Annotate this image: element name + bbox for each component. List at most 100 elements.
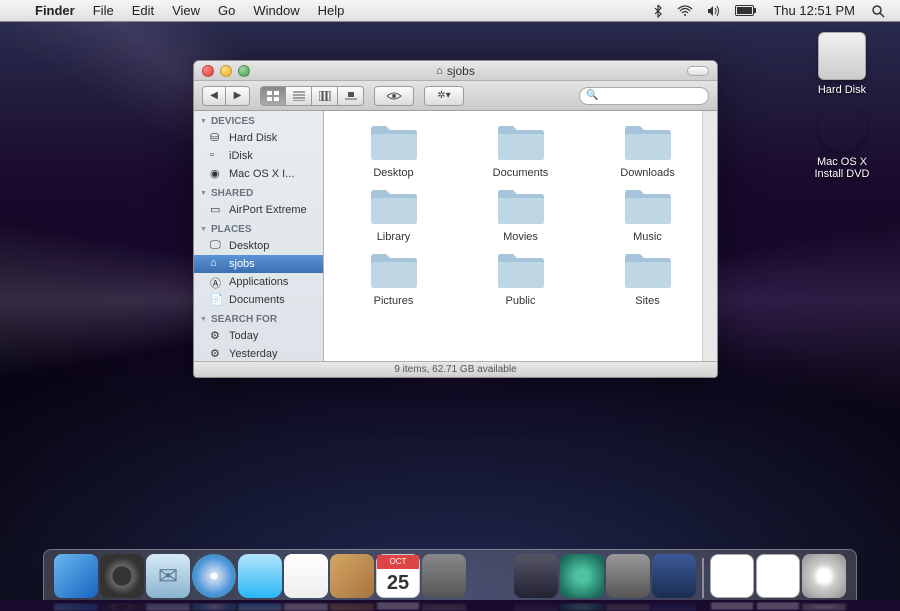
- zoom-button[interactable]: [238, 65, 250, 77]
- desktop-icon-label: Mac OS X Install DVD: [802, 156, 882, 180]
- dock-photobooth[interactable]: [284, 554, 328, 598]
- sidebar-item-home[interactable]: ⌂sjobs: [194, 255, 323, 273]
- bluetooth-icon[interactable]: [646, 4, 670, 18]
- dock-safari[interactable]: [192, 554, 236, 598]
- forward-button[interactable]: ▶: [226, 86, 250, 106]
- search-icon: 🔍: [586, 90, 598, 101]
- wifi-icon[interactable]: [670, 5, 700, 17]
- dock-ical[interactable]: OCT25: [376, 554, 420, 598]
- folder-item[interactable]: Downloads: [584, 121, 711, 179]
- dock-finder[interactable]: [54, 554, 98, 598]
- folder-item[interactable]: Music: [584, 185, 711, 243]
- network-icon: ▭: [210, 203, 224, 217]
- menu-edit[interactable]: Edit: [123, 0, 163, 22]
- dock-quicktime[interactable]: [652, 554, 696, 598]
- dock-mail[interactable]: [146, 554, 190, 598]
- dock-preview[interactable]: [422, 554, 466, 598]
- folder-item[interactable]: Desktop: [330, 121, 457, 179]
- sidebar-item-apps[interactable]: ⒶApplications: [194, 273, 323, 291]
- folder-icon: [622, 121, 674, 163]
- back-button[interactable]: ◀: [202, 86, 226, 106]
- folder-item[interactable]: Library: [330, 185, 457, 243]
- action-button[interactable]: ✲▾: [424, 86, 464, 106]
- menubar-clock[interactable]: Thu 12:51 PM: [764, 0, 864, 22]
- sidebar-item-label: Yesterday: [229, 348, 278, 360]
- dock-itunes[interactable]: [468, 554, 512, 598]
- view-list-button[interactable]: [286, 86, 312, 106]
- finder-toolbar: ◀ ▶ ✲▾ 🔍: [194, 81, 717, 111]
- apple-menu[interactable]: [8, 0, 26, 22]
- dock-document2[interactable]: [756, 554, 800, 598]
- folder-label: Music: [633, 231, 662, 243]
- window-title: sjobs: [447, 64, 475, 78]
- docs-icon: 📄: [210, 293, 224, 307]
- dock-timemachine[interactable]: [560, 554, 604, 598]
- finder-sidebar: DEVICES ⛁ Hard Disk ▫iDisk◉Mac OS X I...SHA…: [194, 111, 324, 361]
- sidebar-item-docs[interactable]: 📄 Documents: [194, 291, 323, 309]
- dock-spaces[interactable]: [514, 554, 558, 598]
- sidebar-item-smart[interactable]: ⚙Today: [194, 327, 323, 345]
- dock-document1[interactable]: [710, 554, 754, 598]
- dock-addressbook[interactable]: [330, 554, 374, 598]
- folder-item[interactable]: Sites: [584, 249, 711, 307]
- menu-file[interactable]: File: [84, 0, 123, 22]
- folder-icon: [622, 249, 674, 291]
- sidebar-item-idisk[interactable]: ▫iDisk: [194, 147, 323, 165]
- folder-label: Desktop: [373, 167, 413, 179]
- folder-icon: [495, 249, 547, 291]
- sidebar-item-label: Documents: [229, 294, 285, 306]
- finder-window: ⌂ sjobs ◀ ▶ ✲▾ 🔍 DEVICES ⛁ Hard Disk ▫iDisk…: [193, 60, 718, 378]
- dock-dashboard[interactable]: [100, 554, 144, 598]
- scrollbar[interactable]: [702, 111, 717, 361]
- smart-icon: ⚙: [210, 329, 224, 343]
- folder-item[interactable]: Pictures: [330, 249, 457, 307]
- search-input[interactable]: 🔍: [579, 87, 709, 105]
- volume-icon[interactable]: [700, 5, 728, 17]
- minimize-button[interactable]: [220, 65, 232, 77]
- sidebar-item-label: Hard Disk: [229, 132, 277, 144]
- battery-icon[interactable]: [728, 5, 764, 16]
- window-titlebar[interactable]: ⌂ sjobs: [194, 61, 717, 81]
- sidebar-group-header[interactable]: SHARED: [194, 183, 323, 201]
- dvd-icon: ◉: [210, 167, 224, 181]
- sidebar-item-network[interactable]: ▭AirPort Extreme: [194, 201, 323, 219]
- dock-trash[interactable]: [802, 554, 846, 598]
- folder-label: Movies: [503, 231, 538, 243]
- sidebar-item-label: Applications: [229, 276, 288, 288]
- finder-content[interactable]: Desktop Documents Downloads Library Movies Mu…: [324, 111, 717, 361]
- disk-icon: ⛁: [210, 131, 224, 145]
- desktop-icon-install-dvd[interactable]: Mac OS X Install DVD: [802, 104, 882, 180]
- folder-icon: [495, 121, 547, 163]
- quicklook-button[interactable]: [374, 86, 414, 106]
- folder-icon: [622, 185, 674, 227]
- folder-label: Downloads: [620, 167, 674, 179]
- sidebar-item-smart[interactable]: ⚙Yesterday: [194, 345, 323, 361]
- dock-ichat[interactable]: [238, 554, 282, 598]
- desktop-icon-hard-disk[interactable]: Hard Disk: [802, 32, 882, 96]
- menu-view[interactable]: View: [163, 0, 209, 22]
- app-menu[interactable]: Finder: [26, 0, 84, 22]
- close-button[interactable]: [202, 65, 214, 77]
- status-bar: 9 items, 62.71 GB available: [194, 361, 717, 377]
- view-coverflow-button[interactable]: [338, 86, 364, 106]
- folder-item[interactable]: Movies: [457, 185, 584, 243]
- spotlight-icon[interactable]: [864, 4, 892, 18]
- sidebar-group-header[interactable]: PLACES: [194, 219, 323, 237]
- menu-help[interactable]: Help: [309, 0, 354, 22]
- sidebar-group-header[interactable]: DEVICES: [194, 111, 323, 129]
- folder-icon: [368, 249, 420, 291]
- sidebar-item-dvd[interactable]: ◉Mac OS X I...: [194, 165, 323, 183]
- folder-item[interactable]: Public: [457, 249, 584, 307]
- view-icons-button[interactable]: [260, 86, 286, 106]
- sidebar-group-header[interactable]: SEARCH FOR: [194, 309, 323, 327]
- sidebar-item-desktop[interactable]: 🖵Desktop: [194, 237, 323, 255]
- menu-go[interactable]: Go: [209, 0, 244, 22]
- desktop-icon-label: Hard Disk: [818, 84, 866, 96]
- folder-item[interactable]: Documents: [457, 121, 584, 179]
- toolbar-toggle-button[interactable]: [687, 66, 709, 76]
- disk-icon: [818, 32, 866, 80]
- dock-preferences[interactable]: [606, 554, 650, 598]
- sidebar-item-disk[interactable]: ⛁ Hard Disk: [194, 129, 323, 147]
- view-columns-button[interactable]: [312, 86, 338, 106]
- menu-window[interactable]: Window: [244, 0, 308, 22]
